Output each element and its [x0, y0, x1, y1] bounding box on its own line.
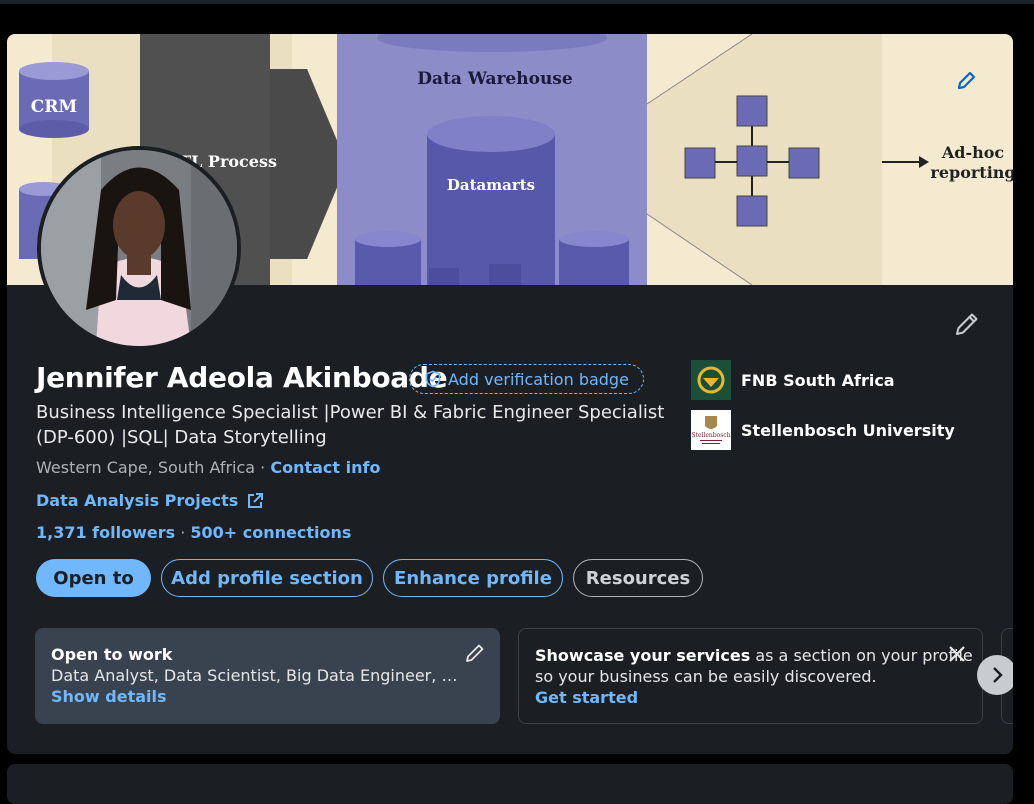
location-separator: · — [255, 458, 271, 477]
profile-organizations: FNB South Africa Stellenbosch Stellenbos… — [691, 360, 991, 460]
pencil-icon — [956, 313, 978, 335]
edit-banner-button[interactable] — [949, 64, 983, 98]
enhance-profile-button[interactable]: Enhance profile — [383, 559, 563, 597]
website-link-row[interactable]: Data Analysis Projects — [36, 491, 264, 510]
profile-name: Jennifer Adeola Akinboade — [36, 361, 448, 394]
verification-badge-label: Add verification badge — [448, 369, 629, 389]
add-verification-badge-button[interactable]: Add verification badge — [409, 364, 644, 394]
banner-adhoc-label: Ad-hoc — [941, 143, 1005, 162]
banner-warehouse-label: Data Warehouse — [417, 69, 573, 89]
org-item-stellenbosch[interactable]: Stellenbosch Stellenbosch University — [691, 410, 991, 450]
resources-button[interactable]: Resources — [573, 559, 703, 597]
services-text-2: so your business can be easily discovere… — [535, 667, 877, 686]
external-link-icon — [248, 492, 264, 508]
open-to-work-title: Open to work — [51, 645, 173, 664]
profile-intro-card: CRM ETL Process Data Warehouse Datamarts… — [7, 34, 1013, 754]
stats-separator: · — [175, 523, 191, 542]
open-to-work-panel[interactable]: Open to work Data Analyst, Data Scientis… — [35, 628, 500, 724]
banner-datamarts-label: Datamarts — [447, 176, 535, 194]
org-item-fnb[interactable]: FNB South Africa — [691, 360, 991, 400]
profile-location-line: Western Cape, South Africa · Contact inf… — [36, 458, 380, 477]
location-text: Western Cape, South Africa — [36, 458, 256, 477]
pencil-icon — [957, 71, 976, 90]
get-started-link[interactable]: Get started — [535, 687, 966, 708]
contact-info-link[interactable]: Contact info — [270, 458, 380, 477]
banner-crm-label: CRM — [31, 97, 78, 117]
close-icon[interactable] — [946, 643, 968, 665]
website-link[interactable]: Data Analysis Projects — [36, 491, 238, 510]
org-name-fnb: FNB South Africa — [741, 370, 895, 390]
services-bold-text: Showcase your services — [535, 646, 751, 665]
banner-reporting-label: reporting — [930, 163, 1013, 182]
stellenbosch-logo-icon: Stellenbosch — [691, 410, 731, 450]
followers-link[interactable]: 1,371 followers — [36, 523, 175, 542]
carousel-next-button[interactable] — [977, 655, 1013, 695]
profile-headline: Business Intelligence Specialist |Power … — [36, 402, 665, 448]
connections-link[interactable]: 500+ connections — [190, 523, 351, 542]
edit-intro-button[interactable] — [949, 306, 985, 342]
open-to-button[interactable]: Open to — [36, 559, 151, 597]
add-profile-section-button[interactable]: Add profile section — [161, 559, 373, 597]
pencil-icon[interactable] — [464, 642, 486, 664]
services-line-1: Showcase your services as a section on y… — [535, 645, 973, 666]
stellenbosch-logo-text: Stellenbosch — [691, 432, 730, 439]
org-name-stellenbosch: Stellenbosch University — [741, 420, 955, 440]
profile-photo[interactable] — [37, 146, 241, 350]
chevron-right-icon — [993, 667, 1003, 683]
network-stats: 1,371 followers · 500+ connections — [36, 523, 351, 542]
avatar — [41, 150, 237, 346]
shield-check-icon — [425, 370, 441, 388]
open-to-work-roles: Data Analyst, Data Scientist, Big Data E… — [51, 666, 461, 685]
next-section-card — [7, 764, 1013, 804]
top-bar-divider — [0, 0, 1034, 4]
services-text: as a section on your profile — [750, 646, 973, 665]
fnb-logo-icon — [691, 360, 731, 400]
show-details-link[interactable]: Show details — [51, 686, 484, 707]
showcase-services-panel: Showcase your services as a section on y… — [518, 628, 983, 724]
